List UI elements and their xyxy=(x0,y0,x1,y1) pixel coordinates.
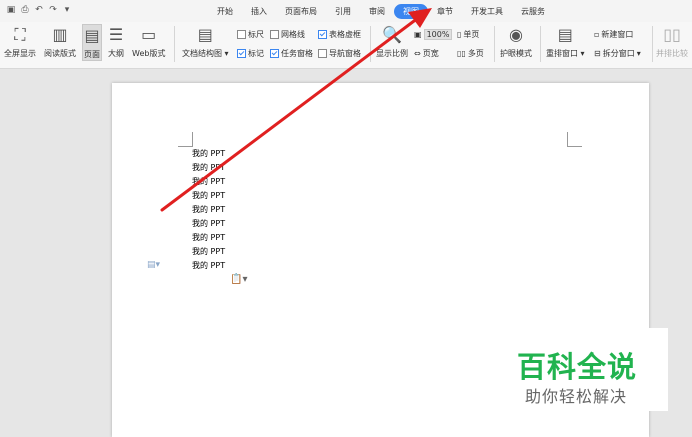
annotation-arrow xyxy=(160,8,432,212)
arrow-head xyxy=(408,8,432,28)
arrow-shaft xyxy=(160,16,420,212)
